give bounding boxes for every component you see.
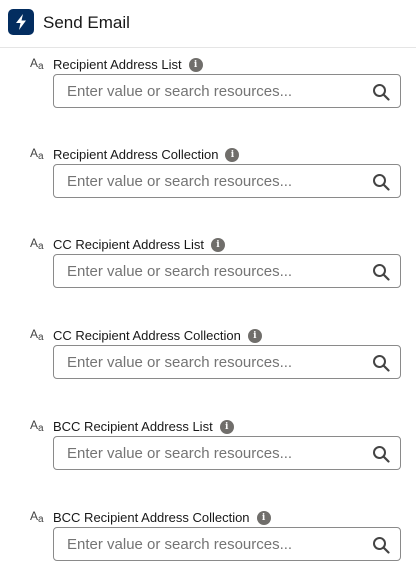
text-type-icon: Aa bbox=[30, 418, 44, 434]
resource-search-field[interactable] bbox=[53, 254, 401, 288]
resource-search-input[interactable] bbox=[54, 528, 354, 560]
info-icon[interactable]: i bbox=[247, 328, 262, 343]
info-icon[interactable]: i bbox=[225, 147, 240, 162]
search-icon[interactable] bbox=[372, 354, 390, 372]
resource-search-field[interactable] bbox=[53, 164, 401, 198]
field-recipient-address-list: Aa Recipient Address List i bbox=[0, 57, 416, 119]
text-type-icon: Aa bbox=[30, 146, 44, 162]
lightning-bolt-icon bbox=[8, 9, 34, 35]
resource-search-input[interactable] bbox=[54, 437, 354, 469]
resource-search-input[interactable] bbox=[54, 346, 354, 378]
info-icon[interactable]: i bbox=[211, 237, 226, 252]
field-label: BCC Recipient Address Collection i bbox=[53, 510, 271, 526]
resource-search-field[interactable] bbox=[53, 527, 401, 561]
text-type-icon: Aa bbox=[30, 509, 44, 525]
field-recipient-address-collection: Aa Recipient Address Collection i bbox=[0, 147, 416, 209]
field-label: Recipient Address Collection i bbox=[53, 147, 240, 163]
field-cc-recipient-address-list: Aa CC Recipient Address List i bbox=[0, 237, 416, 299]
search-icon[interactable] bbox=[372, 536, 390, 554]
info-icon[interactable]: i bbox=[256, 510, 271, 525]
resource-search-field[interactable] bbox=[53, 74, 401, 108]
field-bcc-recipient-address-collection: Aa BCC Recipient Address Collection i bbox=[0, 510, 416, 572]
resource-search-input[interactable] bbox=[54, 165, 354, 197]
resource-search-field[interactable] bbox=[53, 345, 401, 379]
resource-search-input[interactable] bbox=[54, 255, 354, 287]
search-icon[interactable] bbox=[372, 83, 390, 101]
page-title: Send Email bbox=[43, 13, 130, 32]
field-label: BCC Recipient Address List i bbox=[53, 419, 234, 435]
field-label: CC Recipient Address Collection i bbox=[53, 328, 262, 344]
search-icon[interactable] bbox=[372, 173, 390, 191]
text-type-icon: Aa bbox=[30, 236, 44, 252]
info-icon[interactable]: i bbox=[219, 419, 234, 434]
panel-header: Send Email bbox=[0, 0, 416, 48]
text-type-icon: Aa bbox=[30, 56, 44, 72]
field-label: CC Recipient Address List i bbox=[53, 237, 226, 253]
resource-search-field[interactable] bbox=[53, 436, 401, 470]
resource-search-input[interactable] bbox=[54, 75, 354, 107]
text-type-icon: Aa bbox=[30, 327, 44, 343]
field-bcc-recipient-address-list: Aa BCC Recipient Address List i bbox=[0, 419, 416, 481]
field-label: Recipient Address List i bbox=[53, 57, 203, 73]
search-icon[interactable] bbox=[372, 445, 390, 463]
search-icon[interactable] bbox=[372, 263, 390, 281]
info-icon[interactable]: i bbox=[188, 57, 203, 72]
field-cc-recipient-address-collection: Aa CC Recipient Address Collection i bbox=[0, 328, 416, 390]
